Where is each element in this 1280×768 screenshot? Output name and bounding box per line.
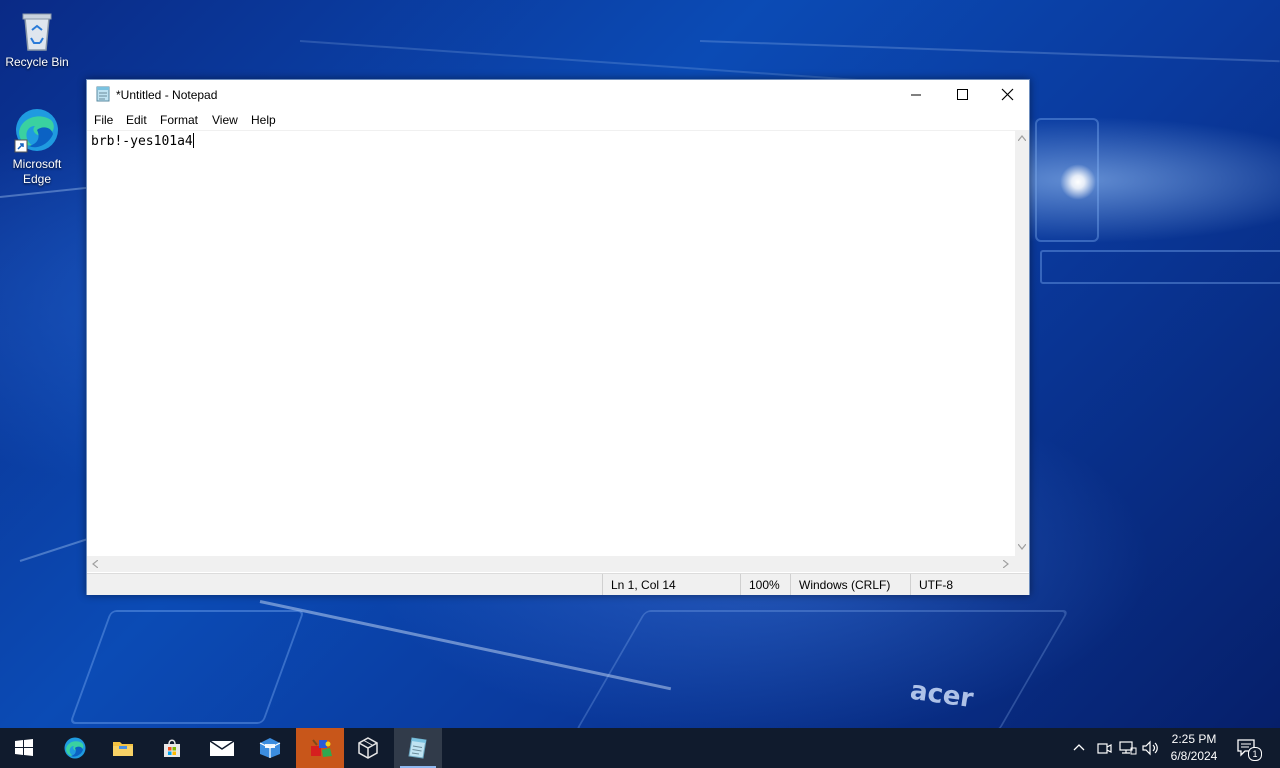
- folder-icon: [113, 742, 133, 756]
- maximize-button[interactable]: [939, 80, 985, 110]
- store-bag-icon: [164, 739, 180, 757]
- window-titlebar[interactable]: *Untitled - Notepad: [87, 80, 1029, 110]
- menu-format[interactable]: Format: [160, 113, 198, 127]
- text-editor-area[interactable]: brb!-yes101a4: [87, 130, 1015, 557]
- menu-bar: File Edit Format View Help: [87, 110, 1029, 130]
- taskbar-clock[interactable]: 2:25 PM 6/8/2024: [1164, 731, 1224, 765]
- box-icon: [259, 738, 281, 758]
- status-line-ending: Windows (CRLF): [790, 574, 910, 595]
- taskbar: 2:25 PM 6/8/2024 1: [0, 728, 1280, 768]
- editor-content: brb!-yes101a4: [91, 134, 193, 149]
- window-title: *Untitled - Notepad: [116, 88, 218, 102]
- text-caret: [192, 133, 194, 148]
- scroll-up-arrow-icon[interactable]: [1018, 135, 1026, 141]
- taskbar-mail[interactable]: [197, 728, 245, 768]
- minimize-button[interactable]: [893, 80, 939, 110]
- notepad-icon: [96, 86, 110, 102]
- cube-icon: [358, 737, 378, 759]
- meet-now-icon[interactable]: [1096, 740, 1112, 756]
- close-icon: [1001, 88, 1014, 101]
- scroll-right-arrow-icon[interactable]: [1003, 560, 1009, 568]
- status-encoding: UTF-8: [910, 574, 1029, 595]
- vertical-scrollbar[interactable]: [1015, 130, 1029, 556]
- horizontal-scrollbar[interactable]: [87, 556, 1015, 572]
- menu-edit[interactable]: Edit: [126, 113, 147, 127]
- scroll-down-arrow-icon[interactable]: [1018, 544, 1026, 550]
- scroll-left-arrow-icon[interactable]: [92, 560, 98, 568]
- desktop-icon-edge[interactable]: Microsoft Edge: [0, 106, 74, 187]
- recycle-bin-icon: [22, 13, 52, 51]
- show-hidden-icons-chevron-icon[interactable]: [1072, 740, 1086, 754]
- close-button[interactable]: [984, 80, 1030, 110]
- notepad-icon: [408, 737, 427, 759]
- scrollbar-corner: [1015, 556, 1029, 572]
- menu-file[interactable]: File: [94, 113, 113, 127]
- menu-view[interactable]: View: [212, 113, 238, 127]
- menu-help[interactable]: Help: [251, 113, 276, 127]
- start-button[interactable]: [0, 728, 48, 768]
- windows-logo-icon: [15, 739, 33, 756]
- desktop-icon-label: Microsoft Edge: [12, 157, 62, 186]
- desktop-icon-recycle-bin[interactable]: Recycle Bin: [0, 8, 74, 70]
- notepad-window[interactable]: *Untitled - Notepad File Edit Format Vie…: [86, 79, 1030, 595]
- desktop-icon-label: Recycle Bin: [5, 55, 69, 69]
- clock-time: 2:25 PM: [1171, 732, 1217, 746]
- network-icon[interactable]: [1119, 740, 1137, 756]
- taskbar-file-explorer[interactable]: [99, 728, 147, 768]
- taskbar-box-app[interactable]: [246, 728, 294, 768]
- status-bar: Ln 1, Col 14 100% Windows (CRLF) UTF-8: [87, 573, 1029, 595]
- clock-date: 6/8/2024: [1170, 749, 1218, 763]
- taskbar-edge[interactable]: [51, 728, 99, 768]
- taskbar-store[interactable]: [148, 728, 196, 768]
- taskbar-paint-app[interactable]: [296, 728, 344, 768]
- minimize-icon: [911, 94, 921, 96]
- maximize-icon: [957, 89, 968, 100]
- edge-icon: [14, 109, 58, 153]
- edge-icon: [64, 737, 86, 759]
- status-zoom: 100%: [740, 574, 790, 595]
- notification-count-badge: 1: [1248, 747, 1262, 761]
- light-flare: [1060, 164, 1096, 200]
- taskbar-virtualbox[interactable]: [344, 728, 392, 768]
- taskbar-notepad[interactable]: [394, 728, 442, 768]
- mail-icon: [209, 740, 235, 756]
- notification-center-button[interactable]: 1: [1236, 738, 1262, 761]
- status-cursor-position: Ln 1, Col 14: [602, 574, 740, 595]
- volume-icon[interactable]: [1142, 740, 1160, 756]
- paint-icon: [311, 739, 332, 757]
